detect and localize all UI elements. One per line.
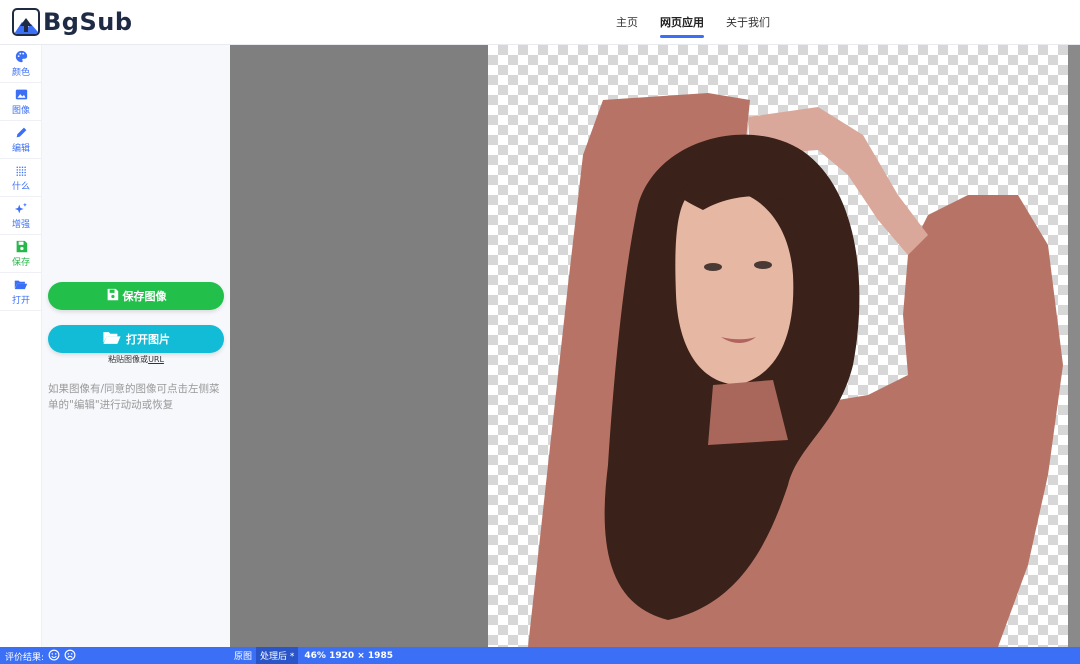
view-toggle: 原图 处理后 * 46% 1920 × 1985 (230, 647, 399, 664)
tool-rail: 颜色 图像 编辑 什么 增强 保存 打开 (0, 45, 42, 647)
rating-label: 评价结果: (5, 653, 45, 663)
rail-item-color[interactable]: 颜色 (0, 45, 42, 83)
logo-text: BgSub (43, 8, 133, 36)
save-image-label: 保存图像 (122, 290, 167, 303)
floppy-icon (106, 288, 123, 304)
logo-mark-icon (12, 8, 40, 36)
sad-face-icon[interactable] (64, 649, 76, 664)
pencil-icon (14, 126, 28, 140)
nav-about[interactable]: 关于我们 (726, 14, 770, 30)
paste-prefix: 粘贴图像或 (108, 355, 149, 364)
folder-open-icon (102, 330, 126, 348)
rail-label: 编辑 (11, 143, 30, 154)
paste-hint: 粘贴图像或URL (42, 354, 230, 365)
rail-label: 打开 (11, 295, 30, 306)
logo[interactable]: BgSub (12, 8, 133, 36)
image-info: 46% 1920 × 1985 (304, 650, 393, 661)
image-icon (14, 88, 28, 102)
canvas-scroll-edge (1068, 45, 1080, 647)
rail-label: 增强 (11, 219, 30, 230)
palette-icon (14, 50, 28, 64)
open-image-label: 打开图片 (126, 333, 170, 346)
folder-open-icon (14, 278, 28, 292)
nav-web-app[interactable]: 网页应用 (660, 14, 704, 38)
rail-label: 什么 (11, 181, 30, 192)
save-image-button[interactable]: 保存图像 (48, 282, 224, 310)
smile-face-icon[interactable] (48, 649, 60, 664)
tab-original[interactable]: 原图 (230, 647, 256, 664)
subject-image (528, 93, 1063, 647)
floppy-icon (14, 240, 28, 254)
rating-area: 评价结果: (5, 649, 76, 664)
paste-url-link[interactable]: URL (148, 355, 164, 364)
transparent-background (488, 45, 1068, 647)
side-panel: 保存图像 打开图片 粘贴图像或URL 如果图像有/同意的图像可点击左侧菜单的"编… (42, 45, 230, 647)
edit-hint-text: 如果图像有/同意的图像可点击左侧菜单的"编辑"进行动动或恢复 (48, 383, 220, 411)
sparkles-icon (14, 202, 28, 216)
rail-label: 图像 (11, 105, 30, 116)
image-canvas[interactable] (230, 45, 1080, 647)
tab-processed[interactable]: 处理后 * (256, 647, 299, 664)
rail-label: 保存 (11, 257, 30, 268)
status-bar: 评价结果: 原图 处理后 * 46% 1920 × 1985 (0, 647, 1080, 664)
rail-item-edit[interactable]: 编辑 (0, 121, 42, 159)
main-nav: 主页 网页应用 关于我们 (616, 14, 792, 38)
rail-item-what[interactable]: 什么 (0, 159, 42, 197)
rail-label: 颜色 (11, 67, 30, 78)
grid-dots-icon (14, 164, 28, 178)
rail-item-enhance[interactable]: 增强 (0, 197, 42, 235)
rail-item-image[interactable]: 图像 (0, 83, 42, 121)
rail-item-save[interactable]: 保存 (0, 235, 42, 273)
nav-home[interactable]: 主页 (616, 14, 638, 30)
top-header: BgSub 主页 网页应用 关于我们 (0, 0, 1080, 45)
rail-item-open[interactable]: 打开 (0, 273, 42, 311)
open-image-button[interactable]: 打开图片 (48, 325, 224, 353)
